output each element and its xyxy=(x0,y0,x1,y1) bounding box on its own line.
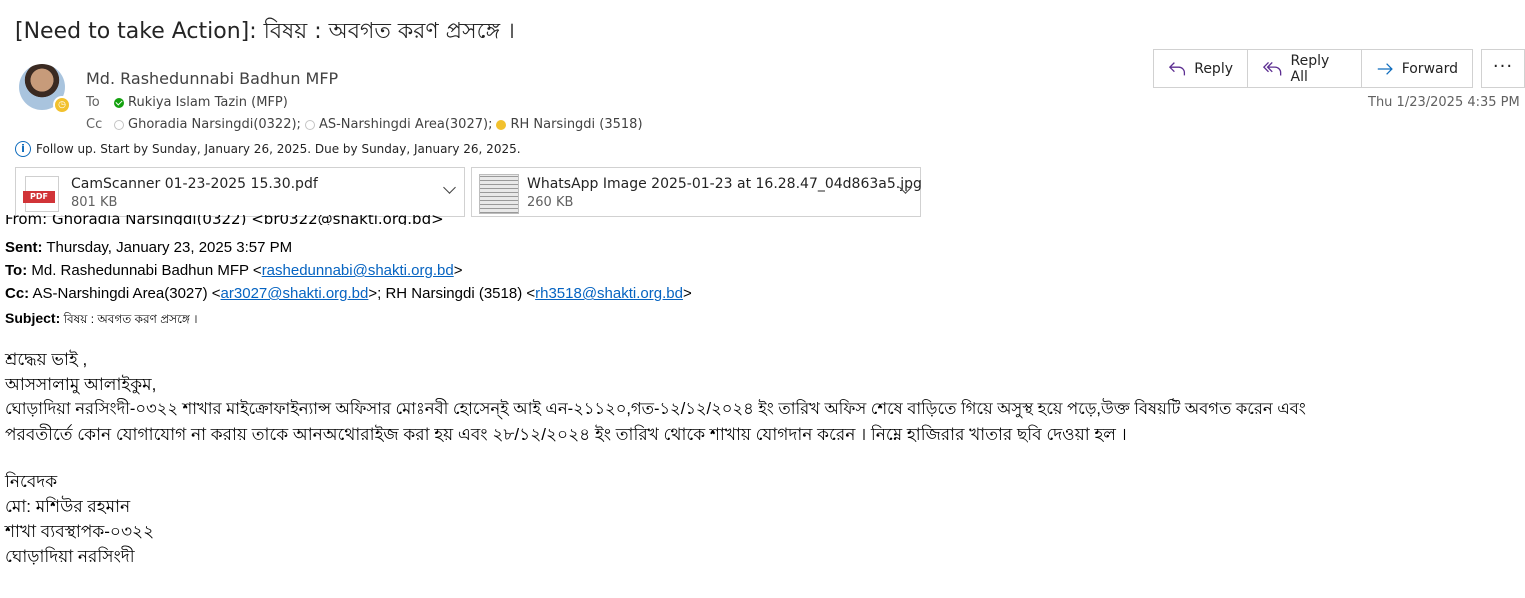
followup-text: Follow up. Start by Sunday, January 26, … xyxy=(36,142,521,156)
unknown-status-icon xyxy=(114,119,124,130)
attachment-name: WhatsApp Image 2025-01-23 at 16.28.47_04… xyxy=(527,176,922,192)
reply-button[interactable]: Reply xyxy=(1154,50,1248,87)
attachment-size: 260 KB xyxy=(527,195,574,210)
attachment-name: CamScanner 01-23-2025 15.30.pdf xyxy=(71,176,318,192)
quoted-from-line: From: Ghoradia Narsingdi(0322) <br0322@s… xyxy=(5,215,444,225)
cc-recipient[interactable]: RH Narsingdi (3518) xyxy=(510,117,642,132)
sender-name[interactable]: Md. Rashedunnabi Badhun MFP xyxy=(86,69,338,88)
signature-line: ঘোড়াদিয়া নরসিংদী xyxy=(5,547,135,566)
info-icon: i xyxy=(15,141,31,157)
attachment-image[interactable]: WhatsApp Image 2025-01-23 at 16.28.47_04… xyxy=(471,167,922,217)
quoted-to-line: To: Md. Rashedunnabi Badhun MFP <rashedu… xyxy=(5,262,463,279)
cc-recipient[interactable]: AS-Narshingdi Area(3027); xyxy=(319,117,493,132)
reply-actions: Reply Reply All Forward xyxy=(1153,49,1473,88)
signature-line: মো: মশিউর রহমান xyxy=(5,497,131,516)
available-status-icon xyxy=(114,97,124,108)
to-recipient[interactable]: Rukiya Islam Tazin (MFP) xyxy=(128,95,288,110)
away-status-icon: ◷ xyxy=(53,96,71,114)
cc-recipient[interactable]: Ghoradia Narsingdi(0322); xyxy=(128,117,301,132)
quoted-subject-line: Subject: বিষয় : অবগত করণ প্রসঙ্গে । xyxy=(5,310,198,326)
to-label: To xyxy=(86,95,100,110)
body-paragraph: ঘোড়াদিয়া নরসিংদী-০৩২২ শাখার মাইক্রোফাই… xyxy=(5,400,1306,418)
pdf-file-icon: PDF xyxy=(23,176,59,212)
body-greeting: শ্রদ্ধেয় ভাই , xyxy=(5,350,88,369)
away-status-icon xyxy=(496,119,507,130)
email-link[interactable]: rashedunnabi@shakti.org.bd xyxy=(262,262,454,279)
more-actions-button[interactable]: ··· xyxy=(1481,49,1525,88)
email-link[interactable]: rh3518@shakti.org.bd xyxy=(535,285,683,302)
reply-all-button[interactable]: Reply All xyxy=(1248,50,1362,87)
attachment-pdf[interactable]: PDF CamScanner 01-23-2025 15.30.pdf 801 … xyxy=(15,167,465,217)
chevron-down-icon[interactable] xyxy=(443,181,456,194)
message-body: Sent: Thursday, January 23, 2025 3:57 PM… xyxy=(5,236,1525,569)
to-row: To Rukiya Islam Tazin (MFP) xyxy=(86,95,288,110)
sender-avatar[interactable]: ◷ xyxy=(19,64,71,114)
cc-label: Cc xyxy=(86,117,103,132)
email-subject: [Need to take Action]: বিষয় : অবগত করণ … xyxy=(15,19,515,44)
signature-line: নিবেদক xyxy=(5,472,58,491)
attachment-size: 801 KB xyxy=(71,195,118,210)
quoted-sent-line: Sent: Thursday, January 23, 2025 3:57 PM xyxy=(5,239,293,256)
received-datetime: Thu 1/23/2025 4:35 PM xyxy=(1368,95,1520,110)
image-thumbnail-icon xyxy=(479,174,519,214)
unknown-status-icon xyxy=(304,119,315,130)
body-salam: আসসালামু আলাইকুম, xyxy=(5,375,157,394)
reply-all-icon xyxy=(1262,61,1282,76)
body-paragraph: পরবতীর্তে কোন যোগাযোগ না করায় তাকে আনঅথ… xyxy=(5,425,1127,444)
cc-row: Cc Ghoradia Narsingdi(0322); AS-Narshing… xyxy=(86,117,643,132)
quoted-cc-line: Cc: AS-Narshingdi Area(3027) <ar3027@sha… xyxy=(5,285,692,302)
followup-infobar: i Follow up. Start by Sunday, January 26… xyxy=(15,141,521,157)
reply-icon xyxy=(1168,61,1186,75)
forward-icon xyxy=(1377,62,1393,75)
signature-line: শাখা ব্যবস্থাপক-০৩২২ xyxy=(5,522,155,541)
email-link[interactable]: ar3027@shakti.org.bd xyxy=(221,285,369,302)
forward-button[interactable]: Forward xyxy=(1362,50,1472,87)
